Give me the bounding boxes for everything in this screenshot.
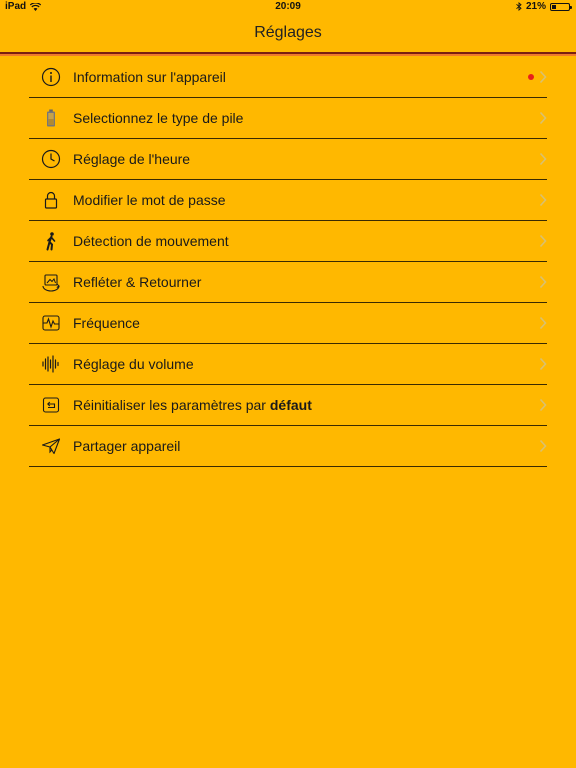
chevron-right-icon <box>539 234 547 248</box>
chevron-right-icon <box>539 275 547 289</box>
info-icon <box>41 67 61 87</box>
settings-item-time[interactable]: Réglage de l'heure <box>29 139 547 180</box>
settings-item-reset-defaults[interactable]: Réinitialiser les paramètres par défaut <box>29 385 547 426</box>
notification-dot <box>528 74 534 80</box>
chevron-right-icon <box>539 357 547 371</box>
clock-icon <box>41 149 61 169</box>
settings-item-label: Réglage de l'heure <box>73 151 191 167</box>
chevron-right-icon <box>539 439 547 453</box>
chevron-right-icon <box>539 152 547 166</box>
lock-icon <box>41 190 61 210</box>
settings-item-label: Selectionnez le type de pile <box>73 110 244 126</box>
battery-indicator-icon <box>550 2 572 11</box>
settings-item-motion-detection[interactable]: Détection de mouvement <box>29 221 547 262</box>
settings-list: Information sur l'appareil Selectionnez … <box>29 57 547 467</box>
sound-bars-icon <box>41 354 61 374</box>
header-divider-light <box>0 54 576 56</box>
chevron-right-icon <box>539 70 547 84</box>
chevron-right-icon <box>539 398 547 412</box>
settings-item-label: Détection de mouvement <box>73 233 229 249</box>
status-time: 20:09 <box>275 1 301 12</box>
reset-icon <box>41 395 61 415</box>
settings-item-label-bold: défaut <box>269 397 312 413</box>
settings-item-label-prefix: Réinitialiser les paramètres par <box>73 397 270 413</box>
settings-item-frequency[interactable]: Fréquence <box>29 303 547 344</box>
settings-item-label: Fréquence <box>73 315 140 331</box>
page-title: Réglages <box>254 24 322 41</box>
battery-percent: 21% <box>525 1 546 12</box>
walking-person-icon <box>41 231 61 251</box>
waveform-frequency-icon <box>41 313 61 333</box>
paper-plane-icon <box>41 436 61 456</box>
battery-icon <box>41 108 61 128</box>
settings-item-label: Refléter & Retourner <box>73 274 202 290</box>
settings-item-flip-rotate[interactable]: Refléter & Retourner <box>29 262 547 303</box>
settings-item-label: Réinitialiser les paramètres par défaut <box>73 397 312 413</box>
settings-item-battery-type[interactable]: Selectionnez le type de pile <box>29 98 547 139</box>
status-right: 21% <box>516 1 572 12</box>
settings-item-device-info[interactable]: Information sur l'appareil <box>29 57 547 98</box>
chevron-right-icon <box>539 193 547 207</box>
settings-item-volume[interactable]: Réglage du volume <box>29 344 547 385</box>
settings-item-share-device[interactable]: Partager appareil <box>29 426 547 467</box>
settings-item-label: Partager appareil <box>73 438 181 454</box>
navigation-bar: Réglages <box>0 14 576 52</box>
chevron-right-icon <box>539 111 547 125</box>
chevron-right-icon <box>539 316 547 330</box>
flip-rotate-icon <box>41 272 61 292</box>
settings-item-label: Modifier le mot de passe <box>73 192 226 208</box>
bluetooth-icon <box>516 2 522 11</box>
settings-item-label: Information sur l'appareil <box>73 69 226 85</box>
settings-item-label: Réglage du volume <box>73 356 194 372</box>
settings-item-password[interactable]: Modifier le mot de passe <box>29 180 547 221</box>
status-bar: iPad 20:09 21% <box>0 0 576 14</box>
